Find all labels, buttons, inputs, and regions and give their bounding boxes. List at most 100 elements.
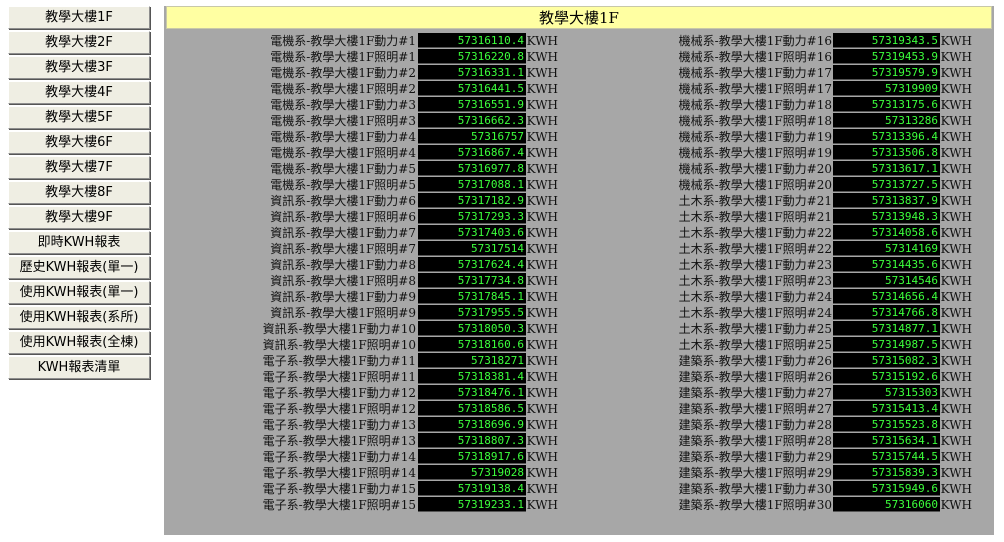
nav-button-usage-kwh-single[interactable]: 使用KWH報表(單一) xyxy=(8,281,150,304)
meter-label: 資訊系-教學大樓1F動力#9 xyxy=(270,290,416,304)
nav-button-usage-kwh-building[interactable]: 使用KWH報表(全棟) xyxy=(8,331,150,354)
meter-label: 建築系-教學大樓1F動力#26 xyxy=(678,354,832,368)
meter-row: 電子系-教學大樓1F動力#15 57319138.4 KWH xyxy=(164,481,584,497)
meter-row: 建築系-教學大樓1F照明#28 57315634.1 KWH xyxy=(578,433,994,449)
meter-label: 土木系-教學大樓1F照明#21 xyxy=(678,210,832,224)
meter-reading: 57317088.1 xyxy=(418,177,526,192)
meter-row: 資訊系-教學大樓1F動力#8 57317624.4 KWH xyxy=(164,257,584,273)
meter-row: 建築系-教學大樓1F動力#27 57315303 KWH xyxy=(578,385,994,401)
meter-row: 土木系-教學大樓1F動力#21 57313837.9 KWH xyxy=(578,193,994,209)
nav-button-floor-5f[interactable]: 教學大樓5F xyxy=(8,106,150,129)
meter-row: 建築系-教學大樓1F照明#27 57315413.4 KWH xyxy=(578,401,994,417)
unit-label: KWH xyxy=(526,34,558,48)
nav-button-floor-8f[interactable]: 教學大樓8F xyxy=(8,181,150,204)
nav-button-floor-3f[interactable]: 教學大樓3F xyxy=(8,56,150,79)
meter-row: 土木系-教學大樓1F動力#22 57314058.6 KWH xyxy=(578,225,994,241)
unit-label: KWH xyxy=(526,466,558,480)
nav-button-floor-6f[interactable]: 教學大樓6F xyxy=(8,131,150,154)
meter-label: 電子系-教學大樓1F照明#13 xyxy=(262,434,416,448)
meter-reading: 57314656.4 xyxy=(833,289,940,304)
unit-label: KWH xyxy=(526,178,558,192)
meter-label: 建築系-教學大樓1F動力#29 xyxy=(678,450,832,464)
nav-button-floor-4f[interactable]: 教學大樓4F xyxy=(8,81,150,104)
meter-reading: 57316220.8 xyxy=(418,49,526,64)
meter-label: 電機系-教學大樓1F照明#5 xyxy=(270,178,416,192)
unit-label: KWH xyxy=(940,434,972,448)
nav-button-realtime-kwh-report[interactable]: 即時KWH報表 xyxy=(8,231,150,254)
unit-label: KWH xyxy=(940,50,972,64)
page-title: 教學大樓1F xyxy=(166,6,992,29)
meter-row: 建築系-教學大樓1F動力#29 57315744.5 KWH xyxy=(578,449,994,465)
meter-label: 土木系-教學大樓1F照明#24 xyxy=(678,306,832,320)
unit-label: KWH xyxy=(940,402,972,416)
unit-label: KWH xyxy=(526,242,558,256)
meter-reading: 57316441.5 xyxy=(418,81,526,96)
unit-label: KWH xyxy=(940,274,972,288)
unit-label: KWH xyxy=(526,194,558,208)
meter-label: 電子系-教學大樓1F動力#12 xyxy=(262,386,416,400)
meter-row: 機械系-教學大樓1F照明#18 57313286 KWH xyxy=(578,113,994,129)
meter-label: 土木系-教學大樓1F動力#25 xyxy=(678,322,832,336)
unit-label: KWH xyxy=(526,226,558,240)
meter-label: 土木系-教學大樓1F動力#24 xyxy=(678,290,832,304)
meter-label: 資訊系-教學大樓1F動力#8 xyxy=(270,258,416,272)
unit-label: KWH xyxy=(940,82,972,96)
unit-label: KWH xyxy=(940,498,972,512)
unit-label: KWH xyxy=(526,82,558,96)
meter-label: 電機系-教學大樓1F動力#4 xyxy=(270,130,416,144)
meter-row: 機械系-教學大樓1F照明#16 57319453.9 KWH xyxy=(578,49,994,65)
nav-button-floor-7f[interactable]: 教學大樓7F xyxy=(8,156,150,179)
unit-label: KWH xyxy=(526,274,558,288)
meter-reading: 57318160.6 xyxy=(418,337,526,352)
meter-reading: 57317182.9 xyxy=(418,193,526,208)
meter-row: 建築系-教學大樓1F動力#26 57315082.3 KWH xyxy=(578,353,994,369)
meter-row: 電子系-教學大樓1F照明#13 57318807.3 KWH xyxy=(164,433,584,449)
meter-label: 建築系-教學大樓1F照明#27 xyxy=(678,402,832,416)
meter-label: 電機系-教學大樓1F動力#2 xyxy=(270,66,416,80)
meter-label: 資訊系-教學大樓1F照明#10 xyxy=(262,338,416,352)
nav-button-floor-2f[interactable]: 教學大樓2F xyxy=(8,31,150,54)
meter-reading: 57315839.3 xyxy=(833,465,940,480)
meter-label: 電子系-教學大樓1F動力#15 xyxy=(262,482,416,496)
meter-reading: 57318381.4 xyxy=(418,369,526,384)
meter-label: 土木系-教學大樓1F照明#25 xyxy=(678,338,832,352)
meter-row: 土木系-教學大樓1F動力#23 57314435.6 KWH xyxy=(578,257,994,273)
meter-reading: 57313175.6 xyxy=(833,97,940,112)
meter-reading: 57318917.6 xyxy=(418,449,526,464)
meter-row: 電子系-教學大樓1F動力#13 57318696.9 KWH xyxy=(164,417,584,433)
unit-label: KWH xyxy=(940,34,972,48)
unit-label: KWH xyxy=(526,386,558,400)
nav-button-floor-1f[interactable]: 教學大樓1F xyxy=(8,6,150,29)
meter-row: 資訊系-教學大樓1F動力#6 57317182.9 KWH xyxy=(164,193,584,209)
meter-row: 機械系-教學大樓1F動力#17 57319579.9 KWH xyxy=(578,65,994,81)
meter-row: 電機系-教學大樓1F動力#4 57316757 KWH xyxy=(164,129,584,145)
nav-button-kwh-report-list[interactable]: KWH報表清單 xyxy=(8,356,150,379)
nav-button-usage-kwh-department[interactable]: 使用KWH報表(系所) xyxy=(8,306,150,329)
meter-label: 電子系-教學大樓1F照明#14 xyxy=(262,466,416,480)
meter-reading: 57317293.3 xyxy=(418,209,526,224)
meter-reading: 57313837.9 xyxy=(833,193,940,208)
unit-label: KWH xyxy=(526,162,558,176)
meter-label: 土木系-教學大樓1F動力#23 xyxy=(678,258,832,272)
nav-button-history-kwh-single[interactable]: 歷史KWH報表(單一) xyxy=(8,256,150,279)
meter-row: 電機系-教學大樓1F動力#3 57316551.9 KWH xyxy=(164,97,584,113)
nav-button-floor-9f[interactable]: 教學大樓9F xyxy=(8,206,150,229)
meter-reading: 57314169 xyxy=(833,241,940,256)
unit-label: KWH xyxy=(940,226,972,240)
meter-reading: 57317514 xyxy=(418,241,526,256)
meter-reading: 57314877.1 xyxy=(833,321,940,336)
meter-row: 電子系-教學大樓1F照明#15 57319233.1 KWH xyxy=(164,497,584,513)
meter-label: 建築系-教學大樓1F照明#26 xyxy=(678,370,832,384)
meter-row: 電子系-教學大樓1F動力#12 57318476.1 KWH xyxy=(164,385,584,401)
meter-reading: 57315413.4 xyxy=(833,401,940,416)
unit-label: KWH xyxy=(940,114,972,128)
meter-row: 土木系-教學大樓1F照明#21 57313948.3 KWH xyxy=(578,209,994,225)
meter-label: 建築系-教學大樓1F動力#27 xyxy=(678,386,832,400)
meter-row: 建築系-教學大樓1F動力#28 57315523.8 KWH xyxy=(578,417,994,433)
unit-label: KWH xyxy=(940,354,972,368)
meter-row: 機械系-教學大樓1F動力#19 57313396.4 KWH xyxy=(578,129,994,145)
unit-label: KWH xyxy=(526,498,558,512)
unit-label: KWH xyxy=(526,354,558,368)
meter-row: 機械系-教學大樓1F動力#18 57313175.6 KWH xyxy=(578,97,994,113)
meter-reading: 57318271 xyxy=(418,353,526,368)
